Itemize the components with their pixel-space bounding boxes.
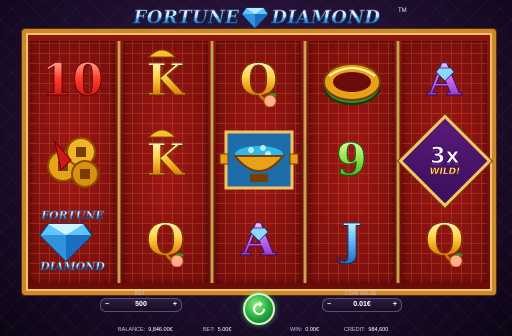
symbol-letter: 10 (41, 55, 104, 106)
reel-divider (117, 41, 121, 283)
reel-symbol-k: K (123, 41, 208, 121)
reel-symbol-treasure-bowl (216, 121, 301, 201)
trademark: TM (398, 8, 407, 14)
game-logo: FORTUNE DIAMOND (112, 4, 402, 30)
win-display: WIN: 0.00€ (290, 325, 319, 336)
win-value: 0.00€ (305, 327, 319, 333)
win-label: WIN: (290, 327, 303, 333)
gold-ingot-icon (147, 129, 177, 138)
credit-label: CREDIT: (344, 327, 366, 333)
wild-symbol: 3x WILD! (397, 114, 492, 208)
gold-ingot-icon (147, 49, 177, 58)
balance-display: BALANCE: 9,846.00€ (118, 325, 173, 336)
balance-label: BALANCE: (118, 327, 146, 333)
fortune-diamond-scatter: FORTUNE DIAMOND (40, 210, 105, 272)
symbol-letter: J (341, 215, 363, 266)
symbol-letter: A (241, 218, 276, 263)
reel-symbol-jade-ring (309, 41, 394, 121)
reel-4: 9 J (309, 41, 394, 283)
wild-multiplier: 3x (429, 143, 460, 169)
reel-symbol-q: Q (402, 201, 487, 281)
spin-button[interactable] (243, 293, 275, 325)
bet-increase-icon[interactable]: + (173, 299, 177, 311)
scatter-word-2: DIAMOND (40, 260, 105, 273)
reel-divider (210, 41, 214, 283)
credit-display: CREDIT: 984,600 (344, 325, 388, 336)
symbol-letter: K (146, 135, 185, 186)
diamond-icon (436, 67, 454, 81)
coin-value-label: COIN VALUE (345, 291, 377, 297)
coins-icon (46, 137, 99, 188)
diamond-icon (250, 227, 268, 241)
balance-value: 9,846.00€ (148, 327, 173, 333)
diamond-icon (242, 7, 269, 28)
bet-label: BET (134, 291, 146, 297)
symbol-letter: K (146, 55, 185, 106)
reel-frame: 10 FORTUNE DIAMOND K K Q Q 9 J 3x WILD! … (22, 29, 496, 295)
reel-divider (303, 41, 307, 283)
reel-1: 10 FORTUNE DIAMOND (30, 41, 115, 283)
bet-display-label: BET: (203, 327, 215, 333)
peach-icon (170, 253, 184, 267)
bet-value: 500 (135, 301, 147, 308)
reel-symbol-fortune-diamond-logo: FORTUNE DIAMOND (30, 201, 115, 281)
reel-3: Q A (216, 41, 301, 283)
symbol-letter: 9 (336, 135, 368, 186)
credit-value: 984,600 (368, 327, 389, 333)
reel-symbol-q: Q (123, 201, 208, 281)
wild-label: WILD! (429, 166, 460, 177)
reel-symbol-k: K (123, 121, 208, 201)
bet-display: BET: 5.00€ (203, 325, 231, 336)
reel-symbol-9: 9 (309, 121, 394, 201)
reel-symbol-a: A (402, 41, 487, 121)
scatter-word-1: FORTUNE (41, 209, 104, 222)
coin-decrease-icon[interactable]: − (327, 299, 331, 311)
reel-symbol-q: Q (216, 41, 301, 121)
treasure-bowl-icon (219, 130, 298, 190)
spin-arrows-icon (253, 301, 265, 315)
reel-5: A 3x WILD! Q (397, 41, 492, 283)
jade-ring-icon (322, 63, 381, 105)
bet-decrease-icon[interactable]: − (105, 299, 109, 311)
logo-word-fortune: FORTUNE (133, 6, 240, 28)
symbol-letter: A (427, 58, 462, 103)
reel-symbol-a: A (216, 201, 301, 281)
bet-display-value: 5.00€ (217, 327, 232, 333)
coin-value: 0.01€ (353, 301, 371, 308)
peach-icon (449, 253, 463, 267)
reel-symbol-coins (30, 121, 115, 201)
reel-2: K K Q (123, 41, 208, 283)
diamond-icon (40, 223, 93, 261)
coin-increase-icon[interactable]: + (393, 299, 397, 311)
bet-selector[interactable]: − 500 + (100, 298, 182, 312)
reel-symbol-10: 10 (30, 41, 115, 121)
logo-word-diamond: DIAMOND (271, 6, 381, 28)
coin-value-selector[interactable]: − 0.01€ + (322, 298, 402, 312)
reel-symbol-j: J (309, 201, 394, 281)
reel-symbol-wild: 3x WILD! (397, 114, 492, 208)
peach-icon (263, 93, 277, 107)
